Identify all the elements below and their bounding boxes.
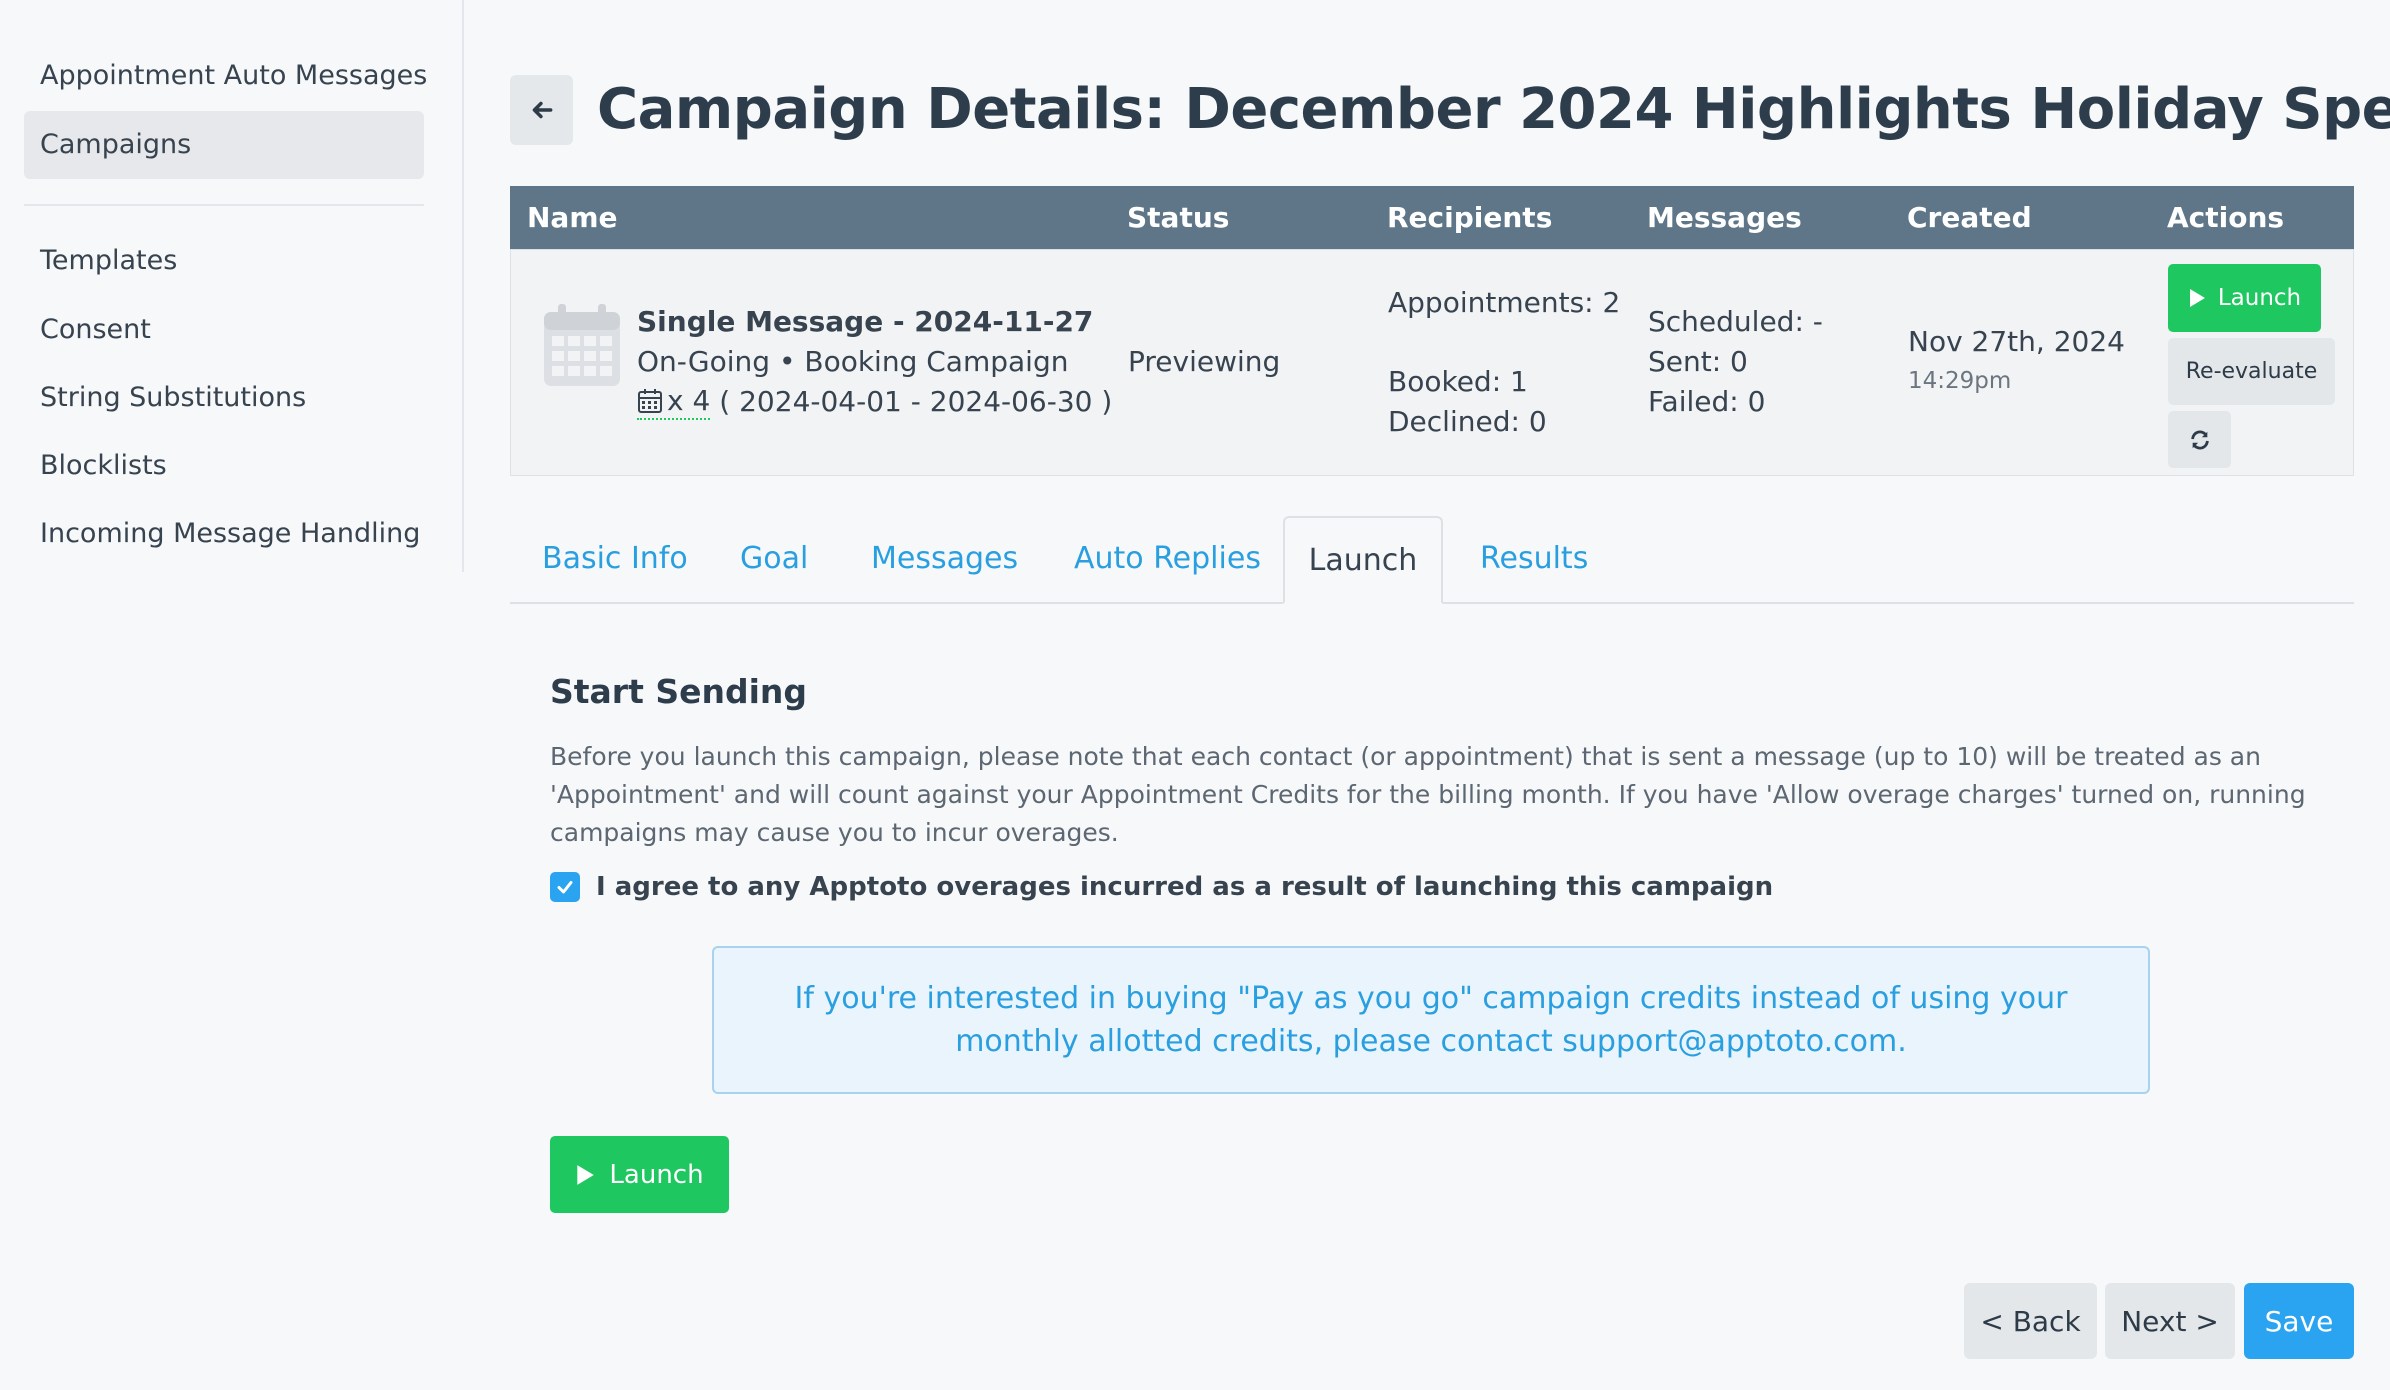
sidebar-item-campaigns[interactable]: Campaigns [24,111,424,179]
sidebar-divider [24,204,424,206]
pay-as-you-go-text: If you're interested in buying "Pay as y… [794,981,2068,1059]
reevaluate-button[interactable]: Re-evaluate [2168,338,2335,405]
tab-auto-replies[interactable]: Auto Replies [1074,516,1261,602]
row-launch-button[interactable]: Launch [2168,264,2321,332]
row-launch-label: Launch [2217,285,2302,311]
messages-sent: Sent: 0 [1648,345,1748,378]
campaign-type: On-Going • Booking Campaign [637,345,1069,378]
arrow-left-icon [532,101,552,119]
play-icon [577,1164,595,1185]
launch-label: Launch [609,1159,704,1190]
tab-goal[interactable]: Goal [740,516,808,602]
schedule-date-range: ( 2024-04-01 - 2024-06-30 ) [719,385,1113,418]
recipients-booked: Booked: 1 [1388,365,1528,398]
table-row: Single Message - 2024-11-27 On-Going • B… [510,249,2354,476]
page-title: Campaign Details: December 2024 Highligh… [597,77,2390,142]
campaign-schedule: x 4 ( 2024-04-01 - 2024-06-30 ) [637,382,1112,422]
tab-launch[interactable]: Launch [1283,516,1443,604]
campaign-tabs: Basic Info Goal Messages Auto Replies La… [510,516,2354,604]
footer-next-label: Next > [2121,1304,2219,1338]
column-header-name: Name [527,201,618,234]
sidebar-item-incoming-message-handling[interactable]: Incoming Message Handling [24,500,424,568]
tab-messages[interactable]: Messages [871,516,1018,602]
sidebar-item-templates[interactable]: Templates [24,227,424,295]
sidebar-item-consent[interactable]: Consent [24,296,424,364]
refresh-button[interactable] [2168,411,2231,468]
reevaluate-label: Re-evaluate [2185,359,2318,384]
created-time: 14:29pm [1908,368,2012,394]
created-date: Nov 27th, 2024 [1908,325,2125,358]
table-header: Name Status Recipients Messages Created … [510,186,2354,249]
overage-notice: Before you launch this campaign, please … [550,742,2306,847]
column-header-messages: Messages [1647,201,1802,234]
recipients-declined: Declined: 0 [1388,405,1547,438]
status-value: Previewing [1128,345,1281,378]
tab-basic-info[interactable]: Basic Info [542,516,688,602]
launch-button[interactable]: Launch [550,1136,729,1213]
calendar-icon [544,304,620,386]
back-arrow-button[interactable] [510,75,573,145]
calendar-small-icon [638,389,662,413]
save-button[interactable]: Save [2244,1283,2354,1359]
play-icon [2189,289,2205,307]
agree-checkbox[interactable] [550,872,580,902]
footer-next-button[interactable]: Next > [2105,1283,2235,1359]
sidebar-item-appointment-auto-messages[interactable]: Appointment Auto Messages [24,42,427,110]
checkmark-icon [557,881,573,894]
sidebar-item-string-substitutions[interactable]: String Substitutions [24,364,424,432]
campaign-table: Name Status Recipients Messages Created … [510,186,2354,476]
column-header-created: Created [1907,201,2032,234]
agree-label[interactable]: I agree to any Apptoto overages incurred… [596,872,1773,902]
tab-results[interactable]: Results [1480,516,1588,602]
column-header-actions: Actions [2167,201,2285,234]
schedule-repeat[interactable]: x 4 [637,384,711,420]
messages-failed: Failed: 0 [1648,385,1766,418]
campaign-name: Single Message - 2024-11-27 [637,305,1094,338]
messages-scheduled: Scheduled: - [1648,305,1823,338]
agree-row: I agree to any Apptoto overages incurred… [550,872,1773,902]
pay-as-you-go-info: If you're interested in buying "Pay as y… [712,946,2150,1094]
sidebar-item-blocklists[interactable]: Blocklists [24,432,424,500]
save-label: Save [2264,1304,2334,1338]
schedule-repeat-count: x 4 [667,384,711,417]
column-header-recipients: Recipients [1387,201,1553,234]
refresh-icon [2190,430,2209,449]
sidebar-nav: Appointment Auto Messages Campaigns Temp… [0,0,464,572]
section-title: Start Sending [550,672,808,711]
column-header-status: Status [1127,201,1230,234]
footer-back-label: < Back [1980,1304,2081,1338]
recipients-appointments: Appointments: 2 [1388,286,1621,319]
footer-back-button[interactable]: < Back [1964,1283,2097,1359]
